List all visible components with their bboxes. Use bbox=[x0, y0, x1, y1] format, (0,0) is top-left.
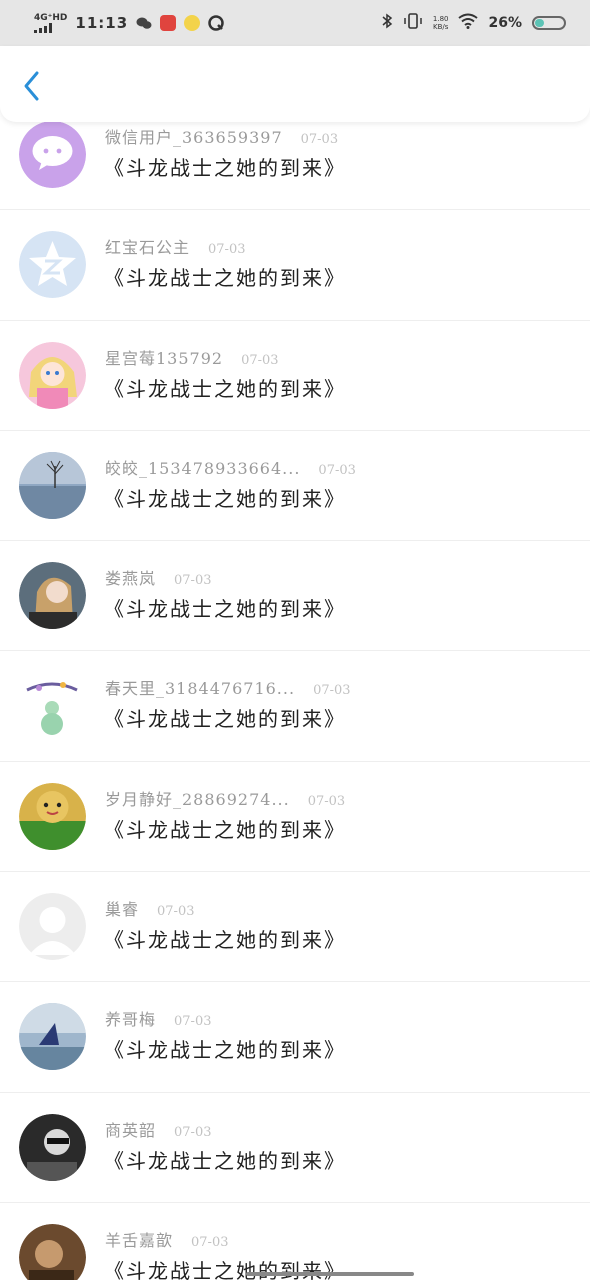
avatar[interactable] bbox=[19, 451, 86, 519]
comment-item[interactable]: 皎皎_153478933664... 07-03 《斗龙战士之她的到来》 bbox=[0, 431, 590, 542]
bluetooth-icon bbox=[381, 13, 393, 33]
comment-meta: 红宝石公主 07-03 bbox=[105, 234, 246, 258]
back-button[interactable] bbox=[12, 64, 52, 108]
avatar[interactable] bbox=[19, 782, 86, 850]
username[interactable]: 皎皎_153478933664... bbox=[105, 455, 300, 479]
work-title[interactable]: 《斗龙战士之她的到来》 bbox=[104, 152, 346, 181]
status-bar: 4G⁺HD 11:13 1.80 KB/s 26% bbox=[0, 0, 590, 46]
game-app-icon bbox=[160, 15, 177, 31]
work-title[interactable]: 《斗龙战士之她的到来》 bbox=[104, 262, 346, 291]
speed-value: 1.80 bbox=[432, 15, 449, 23]
comment-date: 07-03 bbox=[318, 462, 356, 478]
username[interactable]: 春天里_3184476716... bbox=[105, 675, 295, 699]
work-title[interactable]: 《斗龙战士之她的到来》 bbox=[104, 1145, 346, 1174]
comment-item[interactable]: 巢睿 07-03 《斗龙战士之她的到来》 bbox=[0, 872, 590, 983]
comment-item[interactable]: 养哥梅 07-03 《斗龙战士之她的到来》 bbox=[0, 982, 590, 1093]
q-app-icon bbox=[208, 15, 224, 31]
comment-item[interactable]: 岁月静好_28869274... 07-03 《斗龙战士之她的到来》 bbox=[0, 762, 590, 873]
comment-date: 07-03 bbox=[174, 573, 212, 589]
username[interactable]: 红宝石公主 bbox=[105, 234, 190, 258]
avatar[interactable] bbox=[19, 122, 86, 188]
work-title[interactable]: 《斗龙战士之她的到来》 bbox=[104, 1034, 346, 1063]
avatar[interactable] bbox=[19, 672, 86, 740]
battery-percent: 26% bbox=[488, 15, 522, 31]
comment-item[interactable]: 红宝石公主 07-03 《斗龙战士之她的到来》 bbox=[0, 210, 590, 321]
top-app-bar bbox=[0, 46, 590, 122]
network-indicator: 4G⁺HD bbox=[34, 12, 68, 33]
wechat-icon bbox=[136, 15, 152, 31]
comment-meta: 星宫莓135792 07-03 bbox=[105, 345, 279, 369]
comment-meta: 皎皎_153478933664... 07-03 bbox=[105, 455, 356, 479]
comment-meta: 巢睿 07-03 bbox=[105, 896, 195, 920]
vibrate-icon bbox=[403, 13, 423, 33]
signal-icon bbox=[34, 22, 52, 33]
work-title[interactable]: 《斗龙战士之她的到来》 bbox=[104, 1255, 346, 1280]
username[interactable]: 羊舌嘉歆 bbox=[105, 1227, 173, 1251]
avatar[interactable] bbox=[19, 1003, 86, 1071]
work-title[interactable]: 《斗龙战士之她的到来》 bbox=[104, 593, 346, 622]
username[interactable]: 商英韶 bbox=[105, 1117, 156, 1141]
comment-meta: 春天里_3184476716... 07-03 bbox=[105, 675, 351, 699]
chevron-left-icon bbox=[24, 71, 39, 101]
comment-date: 07-03 bbox=[241, 352, 279, 368]
comment-date: 07-03 bbox=[208, 242, 246, 258]
comment-item[interactable]: 商英韶 07-03 《斗龙战士之她的到来》 bbox=[0, 1093, 590, 1203]
username[interactable]: 养哥梅 bbox=[105, 1006, 156, 1030]
wifi-icon bbox=[458, 13, 479, 33]
comment-list[interactable]: 微信用户_363659397 07-03 《斗龙战士之她的到来》 红宝石公主 07-03… bbox=[0, 122, 590, 1280]
comment-meta: 商英韶 07-03 bbox=[105, 1117, 212, 1141]
avatar[interactable] bbox=[19, 341, 86, 409]
clock: 11:13 bbox=[75, 14, 129, 32]
battery-icon bbox=[532, 16, 566, 30]
work-title[interactable]: 《斗龙战士之她的到来》 bbox=[104, 703, 346, 732]
network-speed: 1.80 KB/s bbox=[433, 15, 449, 31]
avatar[interactable] bbox=[19, 231, 86, 299]
comment-date: 07-03 bbox=[313, 683, 351, 699]
comment-date: 07-03 bbox=[174, 1124, 212, 1140]
comment-date: 07-03 bbox=[307, 793, 346, 809]
avatar[interactable] bbox=[19, 1113, 86, 1181]
comment-meta: 娄燕岚 07-03 bbox=[105, 565, 212, 589]
avatar[interactable] bbox=[19, 1223, 86, 1280]
comment-date: 07-03 bbox=[300, 132, 339, 147]
comment-date: 07-03 bbox=[174, 1014, 212, 1030]
avatar[interactable] bbox=[19, 562, 86, 630]
comment-item[interactable]: 微信用户_363659397 07-03 《斗龙战士之她的到来》 bbox=[0, 122, 590, 211]
comment-item[interactable]: 春天里_3184476716... 07-03 《斗龙战士之她的到来》 bbox=[0, 651, 590, 762]
avatar[interactable] bbox=[19, 893, 86, 961]
comment-item[interactable]: 娄燕岚 07-03 《斗龙战士之她的到来》 bbox=[0, 541, 590, 652]
username[interactable]: 岁月静好_28869274... bbox=[105, 786, 290, 810]
comment-meta: 岁月静好_28869274... 07-03 bbox=[105, 786, 345, 810]
comment-meta: 羊舌嘉歆 07-03 bbox=[105, 1227, 229, 1251]
home-indicator bbox=[246, 1272, 414, 1276]
username[interactable]: 微信用户_363659397 bbox=[105, 124, 283, 148]
username[interactable]: 巢睿 bbox=[105, 896, 139, 920]
username[interactable]: 星宫莓135792 bbox=[105, 345, 223, 369]
kid-app-icon bbox=[184, 15, 201, 31]
username[interactable]: 娄燕岚 bbox=[105, 565, 156, 589]
work-title[interactable]: 《斗龙战士之她的到来》 bbox=[104, 483, 346, 512]
comment-item[interactable]: 羊舌嘉歆 07-03 《斗龙战士之她的到来》 bbox=[0, 1203, 590, 1280]
work-title[interactable]: 《斗龙战士之她的到来》 bbox=[104, 814, 346, 843]
comment-item[interactable]: 星宫莓135792 07-03 《斗龙战士之她的到来》 bbox=[0, 321, 590, 431]
speed-unit: KB/s bbox=[432, 23, 449, 31]
network-label: 4G⁺HD bbox=[34, 12, 68, 23]
work-title[interactable]: 《斗龙战士之她的到来》 bbox=[104, 373, 346, 402]
comment-date: 07-03 bbox=[191, 1234, 229, 1250]
comment-meta: 微信用户_363659397 07-03 bbox=[105, 124, 338, 148]
work-title[interactable]: 《斗龙战士之她的到来》 bbox=[104, 924, 346, 953]
comment-meta: 养哥梅 07-03 bbox=[105, 1006, 212, 1030]
comment-date: 07-03 bbox=[157, 904, 195, 920]
